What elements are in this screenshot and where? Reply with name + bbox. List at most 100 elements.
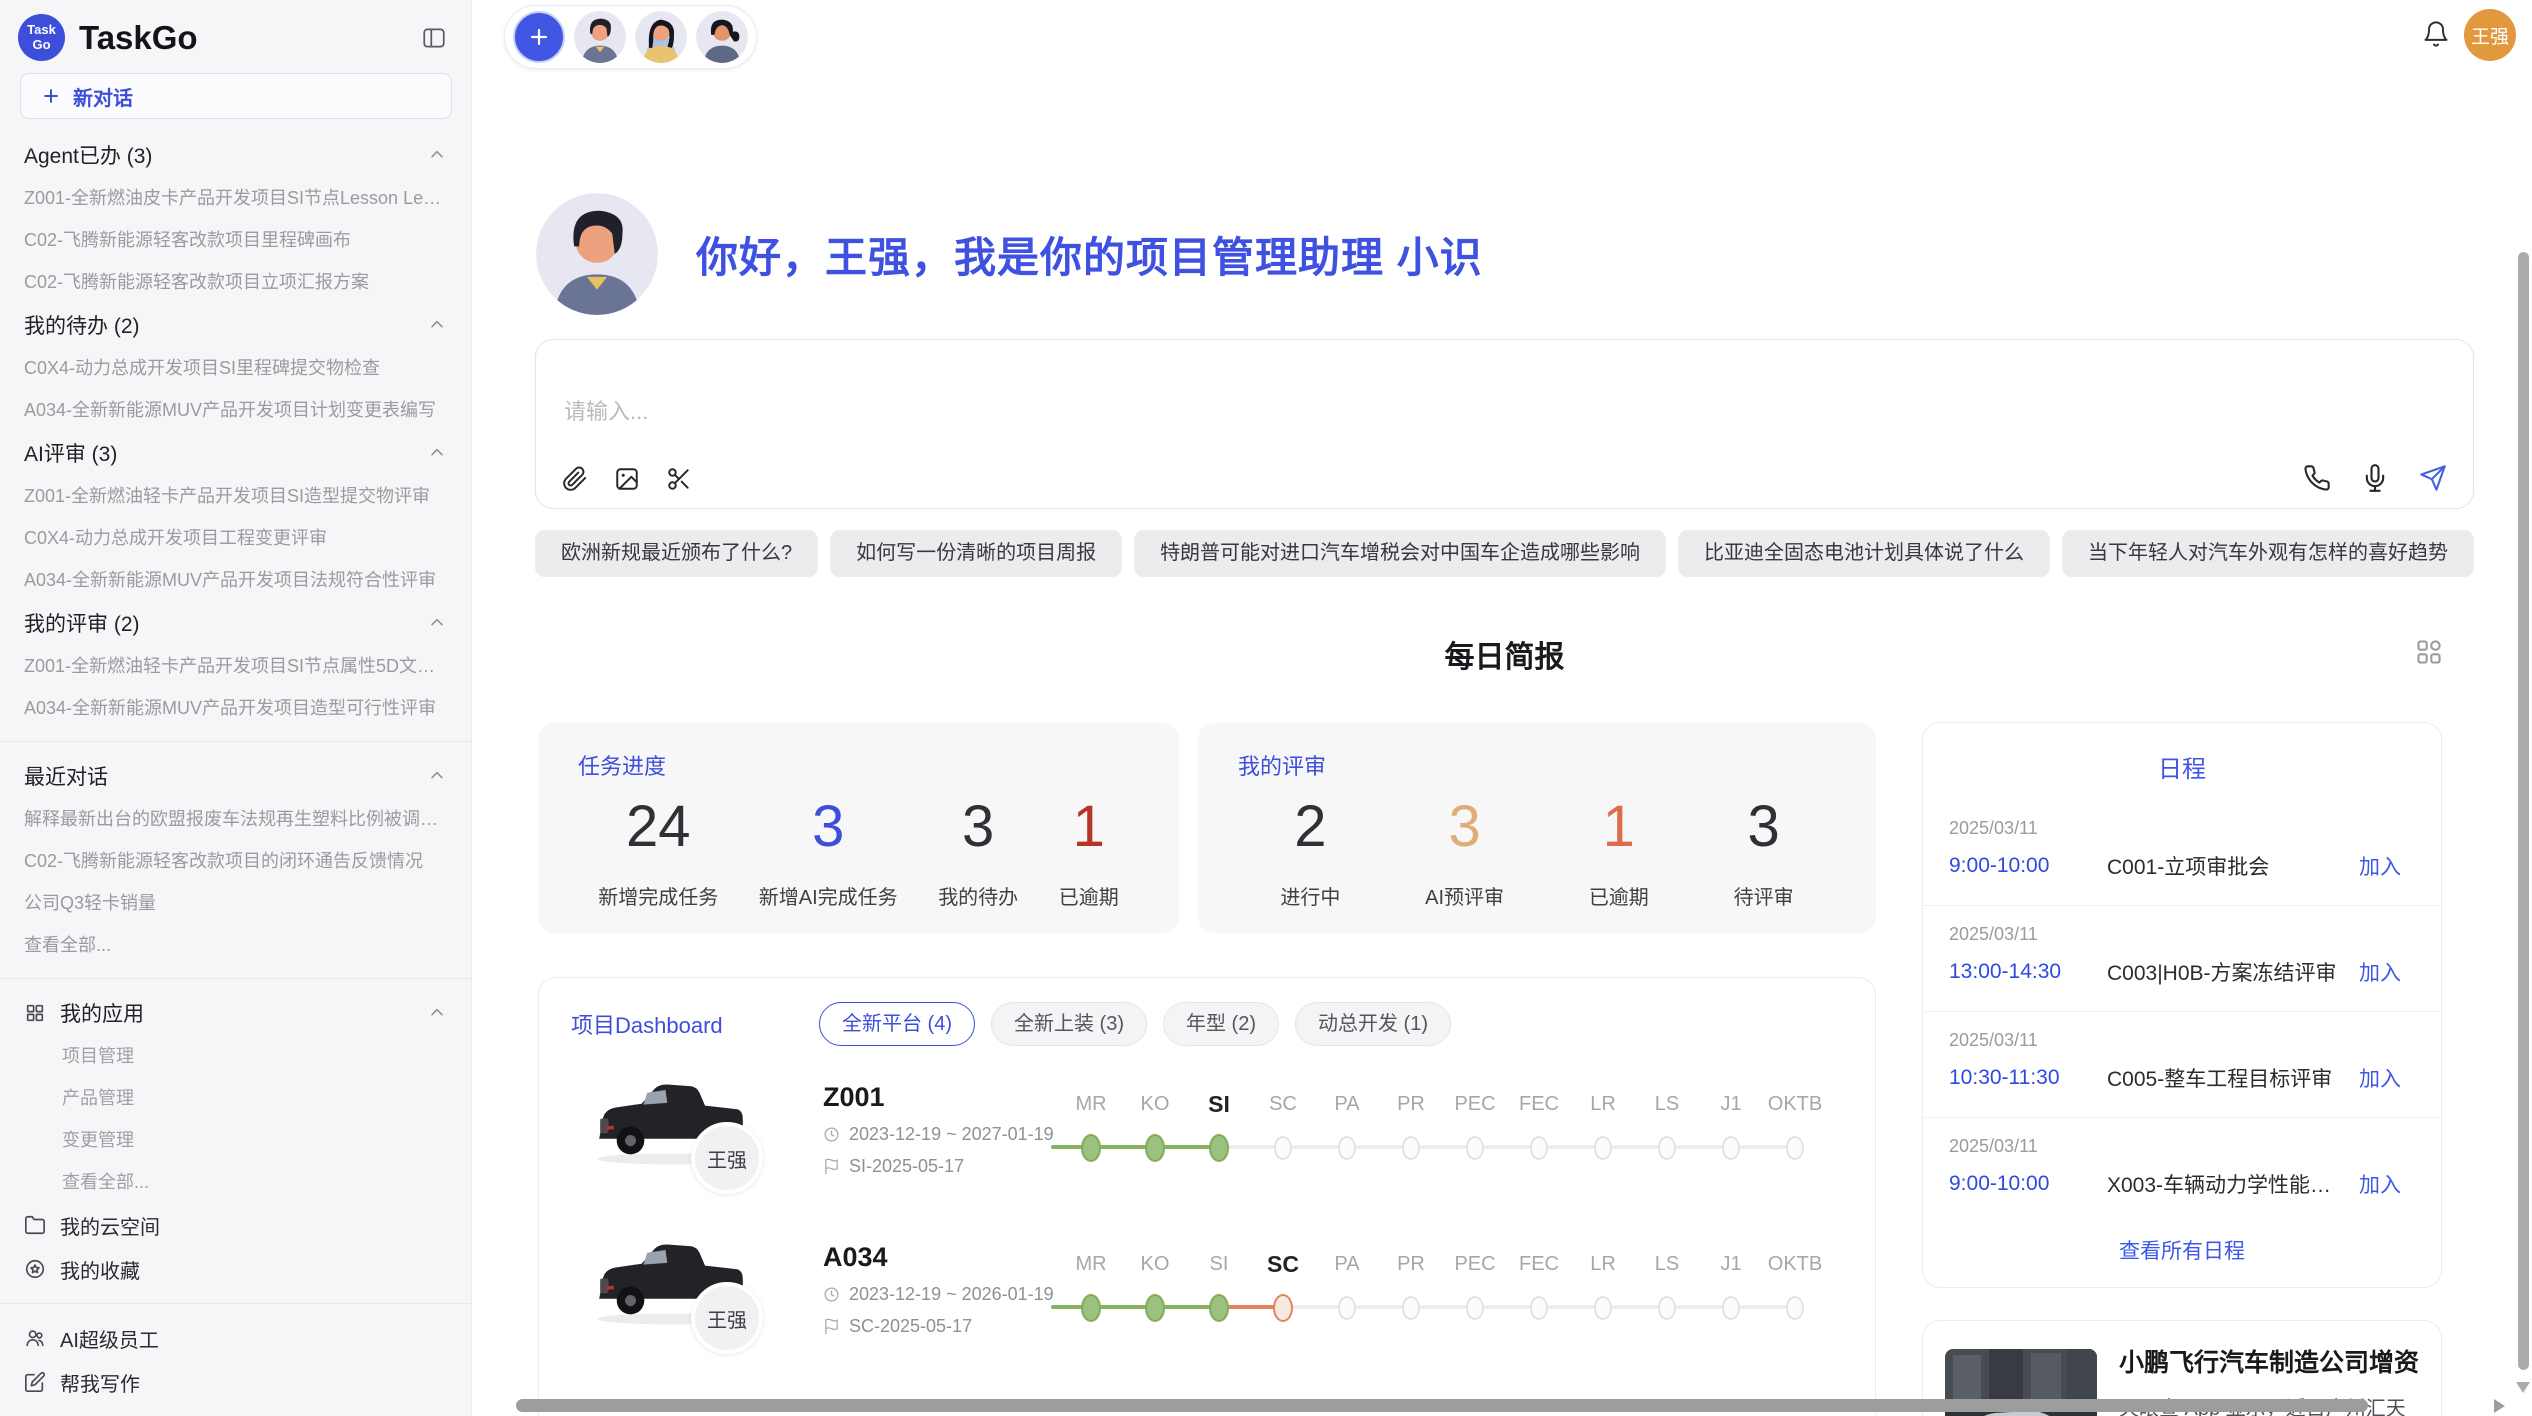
chevron-up-icon — [427, 145, 447, 165]
teammate-avatar[interactable] — [574, 11, 626, 63]
user-avatar[interactable]: 王强 — [2464, 9, 2516, 61]
sidebar-list-item[interactable]: 公司Q3轻卡销量 — [24, 882, 447, 924]
sidebar-section-header[interactable]: Agent已办 (3) — [24, 133, 447, 177]
sidebar-link[interactable]: 我的收藏 — [24, 1247, 447, 1291]
sidebar-list-item[interactable]: C0X4-动力总成开发项目SI里程碑提交物检查 — [24, 347, 447, 389]
sidebar-link[interactable]: 创意制图 — [24, 1404, 447, 1416]
sidebar-link[interactable]: 我的云空间 — [24, 1203, 447, 1247]
stats-card-title: 我的评审 — [1238, 749, 1836, 781]
sidebar-list-item[interactable]: C02-飞腾新能源轻客改款项目的闭环通告反馈情况 — [24, 840, 447, 882]
sidebar-link[interactable]: AI超级员工 — [24, 1316, 447, 1360]
briefing-layout-button[interactable] — [2415, 638, 2443, 669]
bell-icon — [2422, 20, 2450, 48]
sidebar-section-header[interactable]: 最近对话 — [24, 754, 447, 798]
sidebar-list-item[interactable]: C0X4-动力总成开发项目工程变更评审 — [24, 517, 447, 559]
image-icon — [614, 466, 640, 492]
sidebar-item-my-apps[interactable]: 我的应用 — [24, 991, 447, 1035]
suggestion-chip[interactable]: 欧洲新规最近颁布了什么? — [535, 530, 818, 577]
milestone-node — [1402, 1136, 1420, 1160]
project-next-milestone: SI-2025-05-17 — [849, 1156, 964, 1177]
mic-button[interactable] — [2361, 464, 2389, 492]
teammate-avatar[interactable] — [635, 11, 687, 63]
event-join-link[interactable]: 加入 — [2359, 957, 2401, 987]
sidebar-link[interactable]: 帮我写作 — [24, 1360, 447, 1404]
section-title: 我的应用 — [60, 998, 144, 1028]
teammate-avatar[interactable] — [696, 11, 748, 63]
sidebar-section-header[interactable]: AI评审 (3) — [24, 431, 447, 475]
milestone-node — [1786, 1136, 1804, 1160]
phone-button[interactable] — [2303, 464, 2331, 492]
notifications-button[interactable] — [2422, 20, 2450, 51]
event-join-link[interactable]: 加入 — [2359, 1063, 2401, 1093]
sidebar-header: Task Go TaskGo — [0, 0, 471, 61]
sidebar-list-item[interactable]: C02-飞腾新能源轻客改款项目里程碑画布 — [24, 219, 447, 261]
milestone-label: SI — [1187, 1088, 1251, 1120]
news-title: 小鹏飞行汽车制造公司增资 — [2119, 1343, 2419, 1379]
milestone-label: KO — [1123, 1088, 1187, 1120]
project-code: A034 — [823, 1242, 1054, 1273]
event-name: C003|H0B-方案冻结评审 — [2107, 957, 2345, 987]
sidebar-section-header[interactable]: 我的评审 (2) — [24, 601, 447, 645]
event-join-link[interactable]: 加入 — [2359, 851, 2401, 881]
right-column: 日程 2025/03/11 9:00-10:00 C001-立项审批会 加入 2… — [1922, 722, 2442, 1416]
sidebar-app-item[interactable]: 项目管理 — [24, 1035, 447, 1077]
suggestion-chip[interactable]: 特朗普可能对进口汽车增税会对中国车企造成哪些影响 — [1134, 530, 1666, 577]
scissors-button[interactable] — [666, 466, 692, 492]
project-row[interactable]: 王强 A034 2023-12-19 ~ 2026-01-19 SC-2025-… — [539, 1238, 1877, 1396]
sidebar-app-item[interactable]: 变更管理 — [24, 1119, 447, 1161]
sidebar-divider — [0, 1303, 471, 1304]
folder-icon — [24, 1214, 46, 1236]
vertical-scrollbar[interactable] — [2518, 252, 2529, 1370]
scroll-right-arrow-icon[interactable] — [2494, 1399, 2505, 1413]
event-time: 9:00-10:00 — [1949, 854, 2107, 878]
chat-input[interactable] — [562, 398, 1766, 426]
sidebar-list-item[interactable]: A034-全新新能源MUV产品开发项目造型可行性评审 — [24, 687, 447, 729]
stat-label: 已逾期 — [1059, 881, 1119, 910]
paperclip-button[interactable] — [562, 466, 588, 492]
view-all-schedule-link[interactable]: 查看所有日程 — [1923, 1235, 2441, 1265]
project-owner-badge: 王强 — [691, 1282, 763, 1354]
stat: 3 AI预评审 — [1425, 795, 1504, 910]
image-button[interactable] — [614, 466, 640, 492]
sidebar-app-item[interactable]: 产品管理 — [24, 1077, 447, 1119]
suggestion-chip[interactable]: 当下年轻人对汽车外观有怎样的喜好趋势 — [2062, 530, 2474, 577]
milestone-node — [1466, 1296, 1484, 1320]
horizontal-scrollbar[interactable] — [516, 1399, 2368, 1412]
sidebar-list-item[interactable]: 解释最新出台的欧盟报废车法规再生塑料比例被调至15%... — [24, 798, 447, 840]
milestone-node — [1209, 1294, 1229, 1322]
milestone-node — [1658, 1296, 1676, 1320]
event-date: 2025/03/11 — [1949, 924, 2401, 945]
event-name: C001-立项审批会 — [2107, 851, 2345, 881]
sidebar-list-item[interactable]: A034-全新新能源MUV产品开发项目法规符合性评审 — [24, 559, 447, 601]
suggestion-chip[interactable]: 如何写一份清晰的项目周报 — [830, 530, 1122, 577]
event-name: X003-车辆动力学性能验... — [2107, 1169, 2345, 1199]
sidebar-list-item[interactable]: 查看全部... — [24, 924, 447, 966]
milestone-node — [1466, 1136, 1484, 1160]
sidebar-list-item[interactable]: A034-全新新能源MUV产品开发项目计划变更表编写 — [24, 389, 447, 431]
sidebar-list-item[interactable]: Z001-全新燃油轻卡产品开发项目SI节点属性5D文件评审 — [24, 645, 447, 687]
schedule-event[interactable]: 2025/03/11 10:30-11:30 C005-整车工程目标评审 加入 — [1923, 1012, 2441, 1118]
sidebar-section-header[interactable]: 我的待办 (2) — [24, 303, 447, 347]
collapse-sidebar-button[interactable] — [421, 25, 447, 51]
new-conversation-button[interactable] — [513, 11, 565, 63]
phone-icon — [2303, 464, 2331, 492]
chat-input-card — [535, 339, 2474, 509]
sidebar-app-item[interactable]: 查看全部... — [24, 1161, 447, 1203]
milestone-timeline: MRKOSISCPAPRPECFECLRLSJ1OKTB — [1059, 1088, 1831, 1170]
schedule-event[interactable]: 2025/03/11 9:00-10:00 C001-立项审批会 加入 — [1923, 800, 2441, 906]
send-button[interactable] — [2419, 464, 2447, 492]
milestone-label: PR — [1379, 1088, 1443, 1120]
scroll-down-arrow-icon[interactable] — [2516, 1382, 2530, 1393]
suggestion-chip[interactable]: 比亚迪全固态电池计划具体说了什么 — [1678, 530, 2050, 577]
sidebar-list-item[interactable]: Z001-全新燃油轻卡产品开发项目SI造型提交物评审 — [24, 475, 447, 517]
event-join-link[interactable]: 加入 — [2359, 1169, 2401, 1199]
schedule-card: 日程 2025/03/11 9:00-10:00 C001-立项审批会 加入 2… — [1922, 722, 2442, 1288]
users-icon — [24, 1327, 46, 1349]
new-chat-button[interactable]: 新对话 — [20, 73, 452, 119]
schedule-event[interactable]: 2025/03/11 13:00-14:30 C003|H0B-方案冻结评审 加… — [1923, 906, 2441, 1012]
sidebar-list-item[interactable]: Z001-全新燃油皮卡产品开发项目SI节点Lesson Learn报告 — [24, 177, 447, 219]
sidebar-list-item[interactable]: C02-飞腾新能源轻客改款项目立项汇报方案 — [24, 261, 447, 303]
schedule-event[interactable]: 2025/03/11 9:00-10:00 X003-车辆动力学性能验... 加… — [1923, 1118, 2441, 1223]
project-row[interactable]: 王强 Z001 2023-12-19 ~ 2027-01-19 SI-2025-… — [539, 1078, 1877, 1236]
milestone-label: MR — [1059, 1248, 1123, 1280]
